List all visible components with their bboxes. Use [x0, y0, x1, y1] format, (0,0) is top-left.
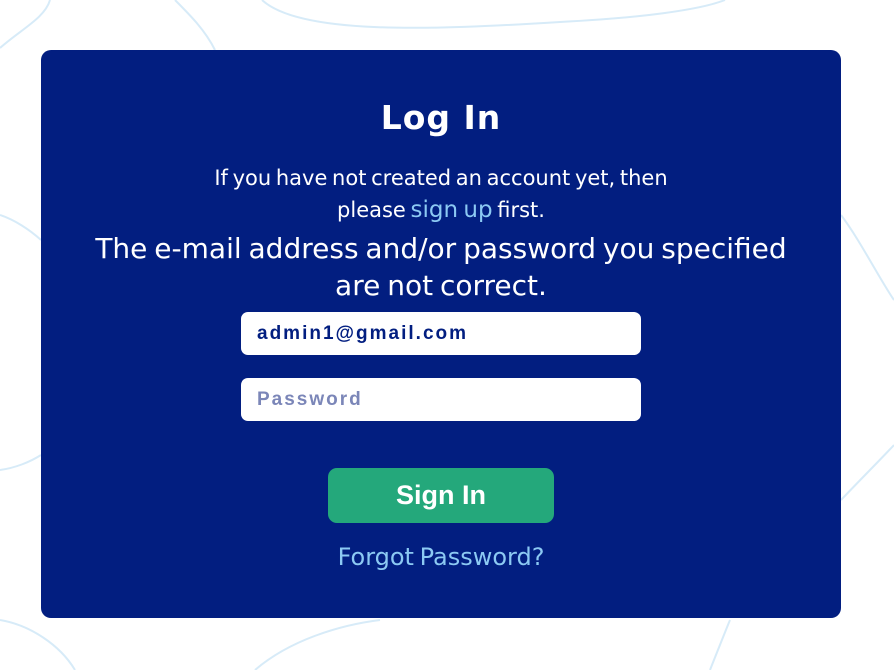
- email-input[interactable]: [241, 312, 641, 355]
- signup-link[interactable]: sign up: [411, 197, 493, 223]
- email-field-container: [241, 312, 641, 355]
- forgot-password-link[interactable]: Forgot Password?: [41, 540, 841, 574]
- error-message: The e-mail address and/or password you s…: [95, 232, 787, 302]
- password-input[interactable]: [241, 378, 641, 421]
- sign-in-button[interactable]: Sign In: [328, 468, 554, 523]
- signup-prompt-after: first.: [492, 198, 545, 222]
- signup-prompt: If you have not created an account yet, …: [191, 162, 691, 226]
- page-title: Log In: [380, 98, 502, 137]
- login-card: Log In If you have not created an accoun…: [41, 50, 841, 618]
- password-field-container: [241, 378, 641, 421]
